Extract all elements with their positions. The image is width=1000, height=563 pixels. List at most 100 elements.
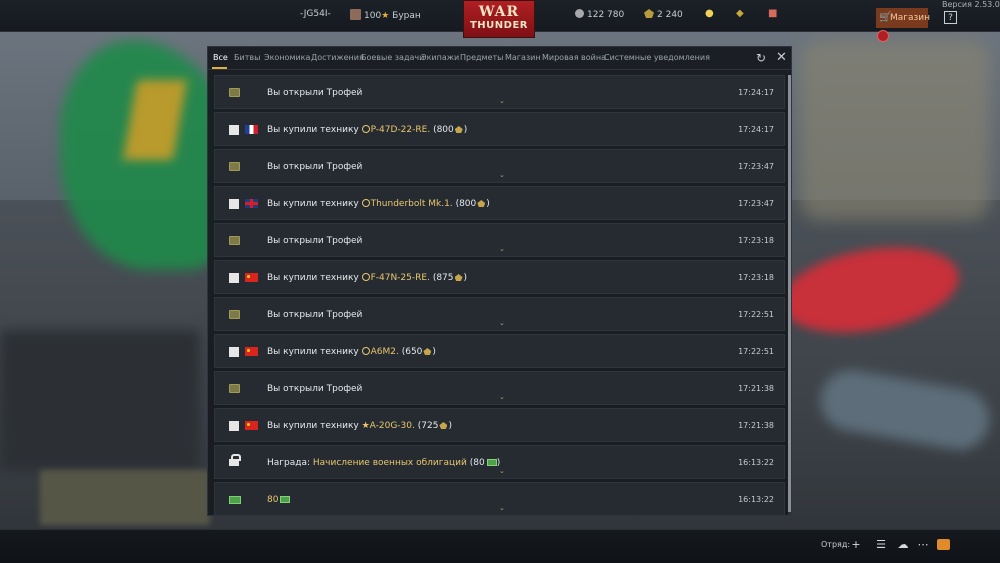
golden-eagles-balance[interactable]: 2 240 bbox=[644, 9, 683, 20]
notification-row[interactable]: Вы открыли Трофей 17:21:38 ⌄ bbox=[214, 371, 785, 405]
notification-time: 17:23:18 bbox=[738, 236, 774, 245]
vehicle-name[interactable]: A6M2. bbox=[371, 347, 399, 357]
logo-thunder: THUNDER bbox=[469, 20, 528, 31]
notification-text: Вы купили технику ★A-20G-30. (725) bbox=[267, 421, 452, 431]
vehicle-rank-icon bbox=[361, 347, 370, 355]
price-suffix: ) bbox=[448, 421, 452, 431]
expand-chevron-icon[interactable]: ⌄ bbox=[499, 172, 505, 179]
background-vehicle-cards bbox=[40, 470, 210, 525]
expand-chevron-icon[interactable]: ⌄ bbox=[499, 394, 505, 401]
price-suffix: ) bbox=[463, 273, 468, 283]
notification-row[interactable]: Вы открыли Трофей 17:23:47 ⌄ bbox=[214, 149, 785, 183]
chat-icon[interactable]: ⋯ bbox=[916, 538, 930, 552]
price-amount: (800 bbox=[455, 199, 477, 209]
notification-row[interactable]: Вы купили технику P-47D-22-RE. (800) 17:… bbox=[214, 112, 785, 146]
notification-row[interactable]: Награда: Начисление военных облигаций (8… bbox=[214, 445, 785, 479]
notifications-panel: Все Битвы Экономика Достижения Боевые за… bbox=[207, 46, 792, 516]
france-flag-icon bbox=[245, 125, 258, 134]
vehicle-rank-icon bbox=[361, 273, 370, 281]
price-amount: (875 bbox=[432, 273, 454, 283]
premium-icon[interactable]: ◆ bbox=[736, 8, 744, 19]
game-version: Версия 2.53.0.17 bbox=[942, 0, 1000, 9]
tab-economy[interactable]: Экономика bbox=[264, 53, 310, 62]
rank-level: 100 bbox=[364, 11, 382, 21]
notification-row[interactable]: Вы открыли Трофей 17:23:18 ⌄ bbox=[214, 223, 785, 257]
notification-text: Награда: Начисление военных облигаций (8… bbox=[267, 458, 500, 468]
expand-chevron-icon[interactable]: ⌄ bbox=[499, 98, 505, 105]
shop-button[interactable]: 🛒 Магазин bbox=[876, 8, 930, 28]
golden-eagle-icon bbox=[477, 200, 486, 207]
close-icon[interactable]: ✕ bbox=[776, 51, 787, 64]
notification-text: Вы купили технику A6M2. (650) bbox=[267, 347, 436, 357]
tab-combat-tasks[interactable]: Боевые задачи bbox=[361, 53, 424, 62]
price-suffix: ) bbox=[432, 347, 436, 357]
notification-row[interactable]: Вы купили технику F-47N-25-RE. (875) 17:… bbox=[214, 260, 785, 294]
alert-badge-icon[interactable] bbox=[877, 30, 889, 42]
notification-row[interactable]: 80 16:13:22 ⌄ bbox=[214, 482, 785, 515]
list-icon[interactable]: ☰ bbox=[874, 538, 888, 552]
notification-text: Вы купили технику P-47D-22-RE. (800) bbox=[267, 125, 467, 135]
refresh-icon[interactable]: ↻ bbox=[756, 52, 766, 64]
notification-time: 17:21:38 bbox=[738, 384, 774, 393]
expand-chevron-icon[interactable]: ⌄ bbox=[499, 246, 505, 253]
vehicle-name[interactable]: P-47D-22-RE. bbox=[371, 125, 431, 135]
star-icon: ★ bbox=[361, 421, 370, 431]
top-bar: -JG54I- 100★ Буран WAR THUNDER 122 780 2… bbox=[0, 0, 1000, 38]
chest-icon bbox=[229, 236, 240, 245]
notification-time: 17:22:51 bbox=[738, 310, 774, 319]
tab-world-war[interactable]: Мировая война bbox=[542, 53, 606, 62]
reward-name[interactable]: Начисление военных облигаций bbox=[313, 458, 467, 468]
golden-eagle-icon bbox=[439, 422, 448, 429]
purchase-prefix: Вы купили технику bbox=[267, 273, 359, 283]
golden-eagle-icon bbox=[454, 126, 463, 133]
china-flag-icon bbox=[245, 347, 258, 356]
vehicle-rank-icon bbox=[361, 125, 370, 133]
add-squad-member-icon[interactable]: + bbox=[849, 538, 863, 552]
tab-battles[interactable]: Битвы bbox=[234, 53, 260, 62]
player-rank[interactable]: 100★ Буран bbox=[350, 9, 421, 21]
chest-icon bbox=[229, 310, 240, 319]
help-button[interactable]: ? bbox=[944, 11, 957, 24]
tab-shop[interactable]: Магазин bbox=[505, 53, 541, 62]
tab-achievements[interactable]: Достижения bbox=[311, 53, 364, 62]
notification-time: 17:24:17 bbox=[738, 88, 774, 97]
golden-eagle-icon bbox=[454, 274, 463, 281]
vehicle-name[interactable]: Thunderbolt Mk.1. bbox=[371, 199, 453, 209]
avatar-icon bbox=[350, 9, 361, 20]
gift-icon[interactable]: ■ bbox=[768, 8, 777, 19]
silver-lions-balance[interactable]: 122 780 bbox=[575, 9, 624, 20]
username[interactable]: -JG54I- bbox=[300, 9, 331, 19]
logo-war: WAR bbox=[478, 4, 520, 20]
tab-all[interactable]: Все bbox=[213, 53, 228, 62]
purchase-prefix: Вы купили технику bbox=[267, 125, 359, 135]
active-tab-indicator bbox=[212, 67, 227, 69]
purchase-prefix: Вы купили технику bbox=[267, 347, 359, 357]
notification-row[interactable]: Вы купили технику Thunderbolt Mk.1. (800… bbox=[214, 186, 785, 220]
scrollbar-thumb[interactable] bbox=[788, 75, 791, 512]
notification-row[interactable]: Вы купили технику A6M2. (650) 17:22:51 bbox=[214, 334, 785, 368]
purchase-icon bbox=[229, 273, 239, 283]
mail-icon[interactable] bbox=[937, 539, 950, 550]
expand-chevron-icon[interactable]: ⌄ bbox=[499, 505, 505, 512]
notification-row[interactable]: Вы открыли Трофей 17:22:51 ⌄ bbox=[214, 297, 785, 331]
reward-prefix: Награда: bbox=[267, 458, 311, 468]
notification-row[interactable]: Вы купили технику ★A-20G-30. (725) 17:21… bbox=[214, 408, 785, 442]
tab-items[interactable]: Предметы bbox=[460, 53, 503, 62]
notification-row[interactable]: Вы открыли Трофей 17:24:17 ⌄ bbox=[214, 75, 785, 109]
notification-text: Вы купили технику Thunderbolt Mk.1. (800… bbox=[267, 199, 490, 209]
notification-time: 17:23:18 bbox=[738, 273, 774, 282]
chest-icon bbox=[229, 384, 240, 393]
war-thunder-logo[interactable]: WAR THUNDER bbox=[463, 0, 535, 38]
lightbulb-icon[interactable]: ● bbox=[705, 8, 714, 19]
price-suffix: ) bbox=[486, 199, 490, 209]
purchase-prefix: Вы купили технику bbox=[267, 199, 359, 209]
vehicle-name[interactable]: F-47N-25-RE. bbox=[371, 273, 430, 283]
golden-eagles-value: 2 240 bbox=[657, 10, 683, 20]
contacts-icon[interactable]: ☁ bbox=[896, 538, 910, 552]
war-bond-icon bbox=[280, 496, 291, 503]
tab-crews[interactable]: Экипажи bbox=[421, 53, 459, 62]
tab-system-notifications[interactable]: Системные уведомления bbox=[604, 53, 710, 62]
expand-chevron-icon[interactable]: ⌄ bbox=[499, 468, 505, 475]
expand-chevron-icon[interactable]: ⌄ bbox=[499, 320, 505, 327]
vehicle-name[interactable]: A-20G-30. bbox=[370, 421, 415, 431]
